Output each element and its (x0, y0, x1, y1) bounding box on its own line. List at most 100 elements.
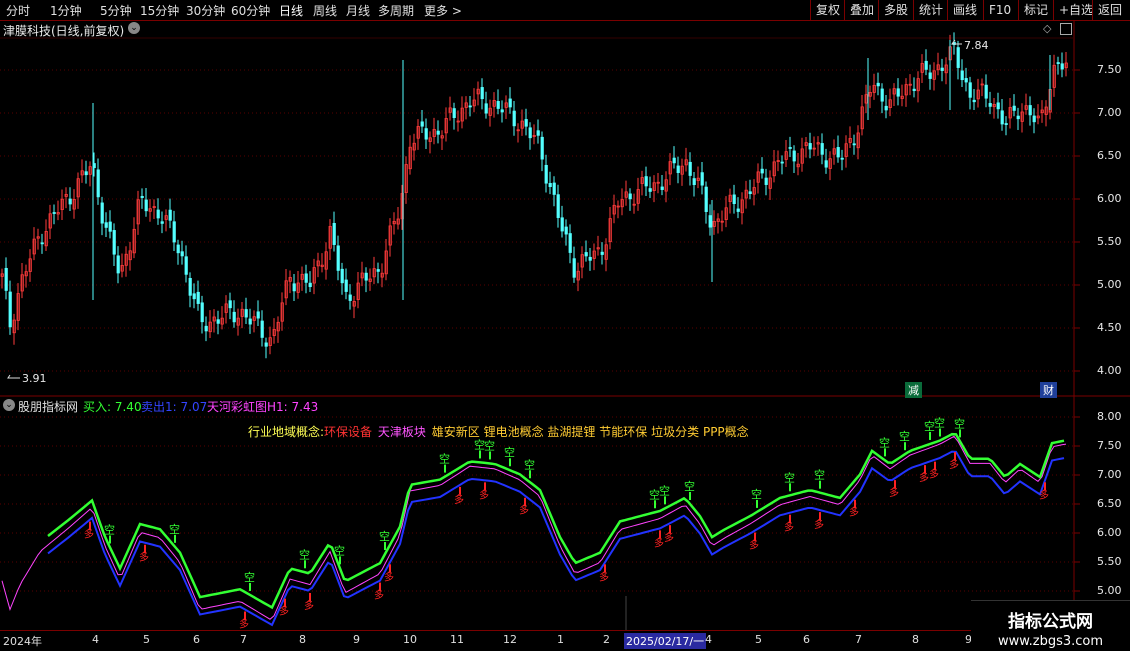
rainbow-value: 天河彩虹图H1: 7.43 (207, 400, 319, 414)
kong-signal: 空 (439, 452, 450, 473)
candlestick (860, 94, 864, 136)
indicator-tick: 8.00 (1097, 410, 1122, 423)
candlestick (884, 95, 888, 119)
watermark-title: 指标公式网 (1008, 612, 1093, 632)
kong-signal: 空 (299, 547, 310, 569)
indicator-tick: 6.50 (1097, 497, 1122, 510)
candlestick (608, 207, 612, 250)
candlestick (328, 219, 332, 260)
candlestick (912, 77, 916, 98)
svg-text:空: 空 (814, 468, 825, 482)
candlestick (128, 241, 132, 271)
candlestick (988, 91, 992, 115)
svg-text:空: 空 (659, 483, 670, 497)
svg-text:多: 多 (849, 506, 859, 519)
candlestick (508, 87, 512, 114)
candlestick (600, 242, 604, 265)
svg-text:空: 空 (684, 479, 695, 493)
candlestick (916, 71, 920, 103)
candlestick (788, 136, 792, 157)
chevron-down-icon[interactable]: ⌄ (3, 399, 15, 411)
candlestick (1020, 103, 1024, 133)
date-axis: 2024年 4 5 6 7 8 9 10 11 12 1 2 2025/02/1… (0, 630, 1130, 651)
svg-text:空: 空 (484, 438, 495, 452)
candlestick (500, 100, 504, 123)
candlestick (56, 200, 60, 221)
candlestick (652, 175, 656, 203)
candlestick (676, 156, 680, 184)
diamond-icon[interactable]: ◇ (1043, 22, 1051, 35)
candlestick (72, 189, 76, 219)
candlestick (484, 91, 488, 119)
duo-signal: 多 (929, 461, 939, 481)
concept-tag: 环保设备 (324, 425, 373, 439)
candlestick (752, 179, 756, 206)
candlestick (364, 267, 368, 293)
candlestick (156, 198, 160, 225)
duo-signal: 多 (784, 514, 794, 534)
candlestick (436, 120, 440, 144)
candlestick (920, 54, 924, 83)
svg-text:空: 空 (379, 529, 390, 543)
candlestick (376, 262, 380, 284)
financial-report-badge[interactable]: 财 (1040, 382, 1057, 398)
candlestick (960, 59, 964, 88)
chevron-down-icon[interactable]: ⌄ (128, 22, 140, 34)
candlestick (968, 76, 972, 110)
svg-text:多: 多 (239, 618, 249, 631)
candlestick (468, 96, 472, 117)
date-label: 7 (855, 633, 862, 646)
site-watermark: 指标公式网 www.zbgs3.com (971, 600, 1130, 651)
candlestick (636, 177, 640, 211)
candlestick (272, 318, 276, 344)
candlestick (480, 78, 484, 110)
candlestick (556, 184, 560, 228)
kong-signal: 空 (814, 468, 825, 489)
svg-text:多: 多 (664, 531, 674, 544)
candlestick (696, 166, 700, 189)
candlestick (744, 180, 748, 209)
reduce-holding-badge[interactable]: 减 (905, 382, 922, 398)
candlestick (540, 131, 544, 172)
svg-text:空: 空 (751, 487, 762, 501)
candlestick (896, 78, 900, 106)
svg-text:空: 空 (299, 547, 310, 561)
candlestick (68, 187, 72, 212)
date-label: 4 (92, 633, 99, 646)
svg-text:多: 多 (139, 551, 149, 564)
candlestick (244, 297, 248, 324)
candlestick (620, 188, 624, 216)
candlestick (84, 160, 88, 184)
candlestick (340, 262, 344, 295)
price-tick: 6.50 (1097, 149, 1122, 162)
candlestick (152, 199, 156, 220)
candlestick (80, 159, 84, 183)
date-label: 6 (803, 633, 810, 646)
candlestick (32, 227, 36, 261)
candlestick (596, 235, 600, 256)
candlestick (572, 246, 576, 283)
kline-chart[interactable]: 空空空空 空空空空 空空空空空空空空 空空 空空空空多多多多多多多多 多多多多 多多多 多多多… (0, 0, 1130, 650)
candlestick (160, 211, 164, 234)
candlestick (984, 74, 988, 108)
candlestick (956, 40, 960, 80)
candlestick (872, 73, 876, 100)
candlestick (456, 110, 460, 132)
date-label: 8 (912, 633, 919, 646)
candlestick (384, 239, 388, 281)
candlestick (496, 89, 500, 115)
window-toggle-icon[interactable] (1060, 23, 1072, 35)
svg-text:空: 空 (104, 523, 115, 537)
concept-tag: 节能环保 (599, 425, 648, 439)
candlestick (232, 300, 236, 328)
svg-text:空: 空 (439, 452, 450, 466)
duo-signal: 多 (139, 544, 149, 564)
candlestick (964, 67, 968, 92)
candlestick (672, 146, 676, 169)
candlestick (712, 210, 716, 235)
kong-signal: 空 (879, 435, 890, 457)
candlestick (236, 308, 240, 336)
kong-signal: 空 (784, 470, 795, 492)
candlestick (900, 84, 904, 107)
candlestick (228, 292, 232, 320)
